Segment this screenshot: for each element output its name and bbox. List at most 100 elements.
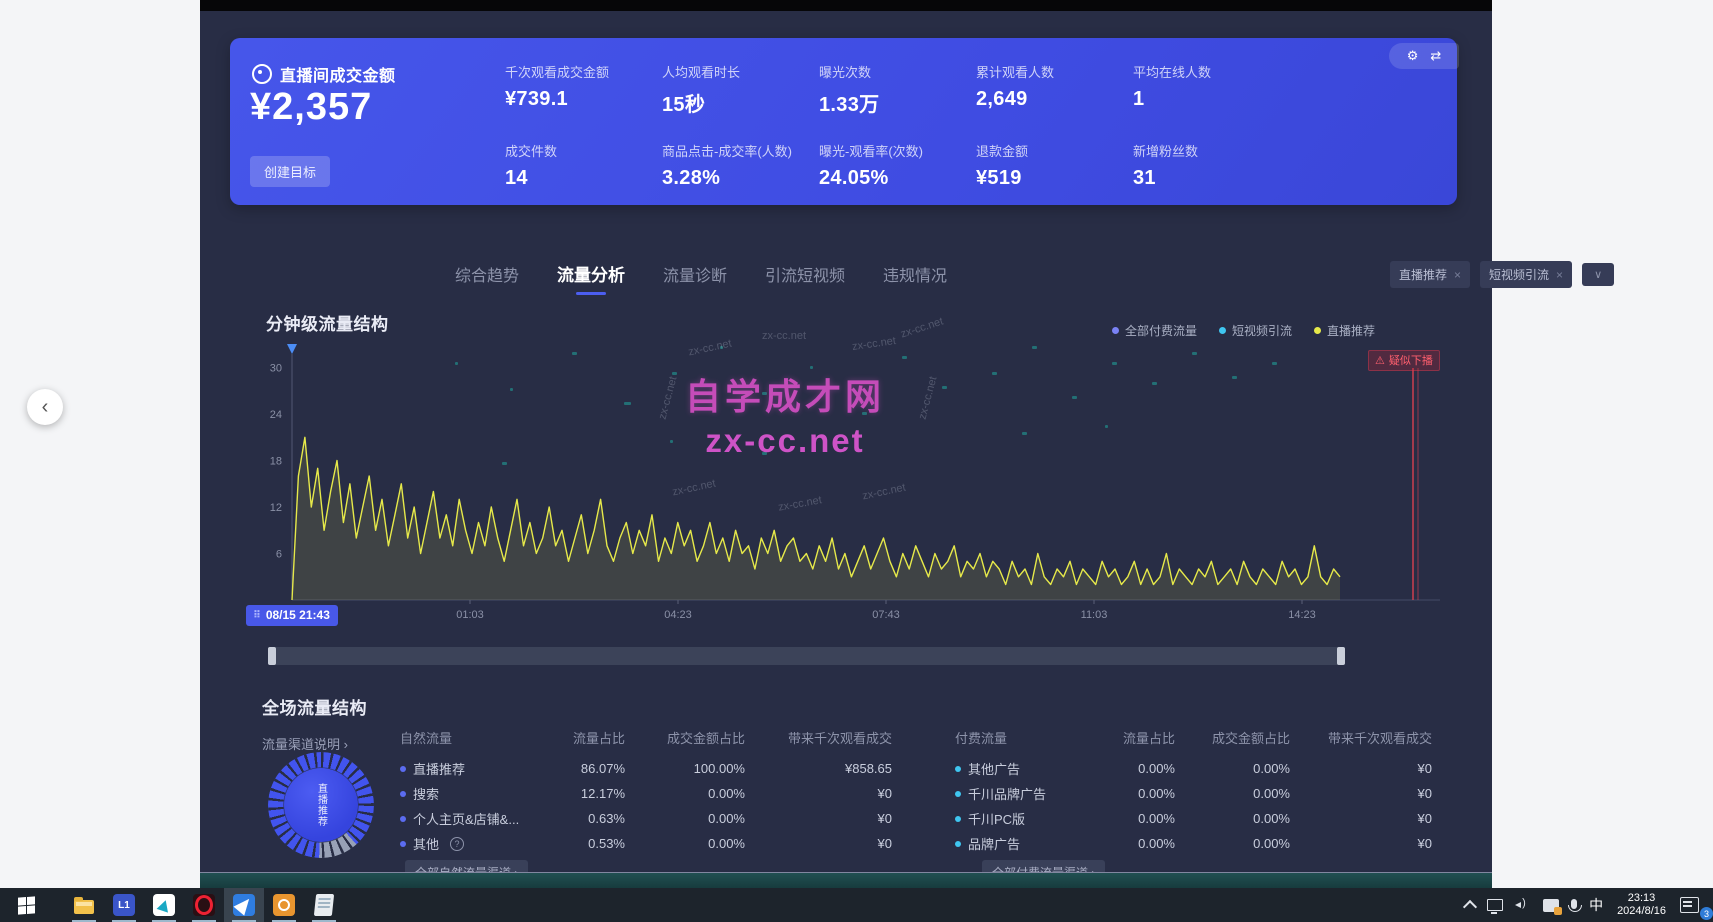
- start-time-label: 08/15 21:43: [266, 608, 330, 622]
- filter-tag[interactable]: 短视频引流 ×: [1480, 261, 1572, 288]
- column-header: 成交金额占比: [625, 728, 745, 747]
- table-row[interactable]: 其他广告0.00%0.00%¥0: [955, 756, 1432, 781]
- network-icon: [1487, 899, 1503, 911]
- column-header: 成交金额占比: [1175, 728, 1290, 747]
- channel-dot: [955, 791, 961, 797]
- tray-app-badge[interactable]: [1537, 888, 1565, 922]
- windows-taskbar: L1 ) 中 23:13 2024/8/16: [0, 888, 1713, 922]
- channel-name: 其他: [413, 834, 439, 853]
- table-row[interactable]: 千川品牌广告0.00%0.00%¥0: [955, 781, 1432, 806]
- channel-name-cell: 个人主页&店铺&...: [400, 809, 550, 828]
- tray-microphone[interactable]: [1565, 888, 1583, 922]
- kpi-title: 直播间成交金额: [280, 62, 396, 86]
- brush-track[interactable]: [268, 647, 1345, 665]
- channel-name: 品牌广告: [968, 834, 1020, 853]
- channel-dot: [400, 841, 406, 847]
- table-row[interactable]: 搜索12.17%0.00%¥0: [400, 781, 892, 806]
- metric-label: 曝光-观看率(次数): [819, 141, 976, 160]
- filter-tag[interactable]: 直播推荐×: [1390, 261, 1470, 288]
- table-title: 付费流量: [955, 728, 1105, 747]
- value-cell: ¥0: [1290, 761, 1432, 776]
- table-row[interactable]: 其他?0.53%0.00%¥0: [400, 831, 892, 856]
- clock-time: 23:13: [1617, 892, 1666, 905]
- value-cell: 0.00%: [1175, 836, 1290, 851]
- taskbar-opera[interactable]: [184, 888, 224, 922]
- tray-ime[interactable]: 中: [1583, 888, 1609, 922]
- taskbar-app-teal[interactable]: [144, 888, 184, 922]
- tab-流量分析[interactable]: 流量分析: [557, 261, 625, 295]
- warning-icon: ⚠: [1375, 354, 1385, 367]
- speaker-icon: ): [1515, 899, 1531, 911]
- svg-text:07:43: 07:43: [872, 609, 900, 621]
- taskbar-file-explorer[interactable]: [64, 888, 104, 922]
- metric-label: 曝光次数: [819, 62, 976, 81]
- natural-traffic-table: 自然流量流量占比成交金额占比带来千次观看成交直播推荐86.07%100.00%¥…: [400, 728, 892, 856]
- table-row[interactable]: 品牌广告0.00%0.00%¥0: [955, 831, 1432, 856]
- column-header: 流量占比: [1105, 728, 1175, 747]
- svg-text:12: 12: [270, 502, 282, 514]
- value-cell: 0.00%: [1175, 761, 1290, 776]
- table-row[interactable]: 千川PC版0.00%0.00%¥0: [955, 806, 1432, 831]
- notification-icon: [1680, 897, 1699, 913]
- metric-label: 成交件数: [505, 141, 662, 160]
- tray-network[interactable]: [1481, 888, 1509, 922]
- close-icon[interactable]: ×: [1454, 268, 1461, 282]
- opera-icon: [193, 894, 215, 916]
- tab-综合趋势[interactable]: 综合趋势: [455, 262, 519, 295]
- microphone-icon: [1571, 899, 1577, 909]
- kpi-metric: 曝光-观看率(次数)24.05%: [819, 141, 976, 190]
- svg-text:11:03: 11:03: [1081, 609, 1108, 621]
- channel-note-link[interactable]: 流量渠道说明 ›: [262, 734, 348, 753]
- info-icon[interactable]: ?: [450, 837, 464, 851]
- svg-text:6: 6: [276, 549, 282, 561]
- value-cell: ¥858.65: [745, 761, 892, 776]
- filter-tag-label: 短视频引流: [1489, 266, 1549, 283]
- taskbar-app-orange[interactable]: [264, 888, 304, 922]
- windows-logo-icon: [18, 896, 35, 914]
- taskbar-notepad[interactable]: [304, 888, 344, 922]
- orange-app-icon: [273, 894, 295, 916]
- taskbar-app-l1[interactable]: L1: [104, 888, 144, 922]
- tags-dropdown-chevron[interactable]: ∨: [1582, 263, 1614, 286]
- metric-label: 退款金额: [976, 141, 1133, 160]
- tab-引流短视频[interactable]: 引流短视频: [765, 262, 845, 295]
- svg-text:04:23: 04:23: [664, 609, 692, 621]
- table-row[interactable]: 个人主页&店铺&...0.63%0.00%¥0: [400, 806, 892, 831]
- value-cell: ¥0: [745, 811, 892, 826]
- channel-dot: [955, 816, 961, 822]
- tray-expand-button[interactable]: [1459, 888, 1481, 922]
- x-axis-start-chip[interactable]: ⠿ 08/15 21:43: [246, 605, 338, 626]
- metric-label: 人均观看时长: [662, 62, 819, 81]
- svg-text:14:23: 14:23: [1288, 609, 1316, 621]
- start-button[interactable]: [6, 888, 46, 922]
- tray-notifications[interactable]: 3: [1674, 888, 1713, 922]
- brush-handle-right[interactable]: [1337, 647, 1345, 665]
- stream-end-label: 疑似下播: [1389, 352, 1433, 368]
- kpi-title-row: 直播间成交金额: [252, 62, 396, 86]
- create-goal-button[interactable]: 创建目标: [250, 156, 330, 187]
- chart-canvas: 30241812601:0304:2307:4311:0314:23: [200, 330, 1492, 630]
- table-row[interactable]: 直播推荐86.07%100.00%¥858.65: [400, 756, 892, 781]
- tab-违规情况[interactable]: 违规情况: [883, 262, 947, 295]
- clock-date: 2024/8/16: [1617, 905, 1666, 918]
- gear-icon[interactable]: ⚙: [1407, 48, 1419, 64]
- stream-end-marker-badge: ⚠ 疑似下播: [1368, 350, 1440, 371]
- channel-dot: [400, 816, 406, 822]
- metric-label: 商品点击-成交率(人数): [662, 141, 819, 160]
- target-icon: [252, 64, 272, 84]
- value-cell: 0.00%: [625, 786, 745, 801]
- tray-clock[interactable]: 23:13 2024/8/16: [1609, 888, 1674, 922]
- svg-text:30: 30: [270, 363, 282, 375]
- back-button[interactable]: ‹: [27, 389, 63, 425]
- close-icon[interactable]: ×: [1556, 268, 1563, 282]
- tray-volume[interactable]: ): [1509, 888, 1537, 922]
- channel-name-cell: 品牌广告: [955, 834, 1105, 853]
- value-cell: 0.00%: [1105, 761, 1175, 776]
- tab-流量诊断[interactable]: 流量诊断: [663, 262, 727, 295]
- brush-handle-left[interactable]: [268, 647, 276, 665]
- value-cell: 100.00%: [625, 761, 745, 776]
- taskbar-browser-active[interactable]: [224, 888, 264, 922]
- kpi-main-value: ¥2,357: [250, 86, 372, 129]
- kpi-metric: 新增粉丝数31: [1133, 141, 1290, 190]
- swap-icon[interactable]: ⇄: [1430, 48, 1441, 64]
